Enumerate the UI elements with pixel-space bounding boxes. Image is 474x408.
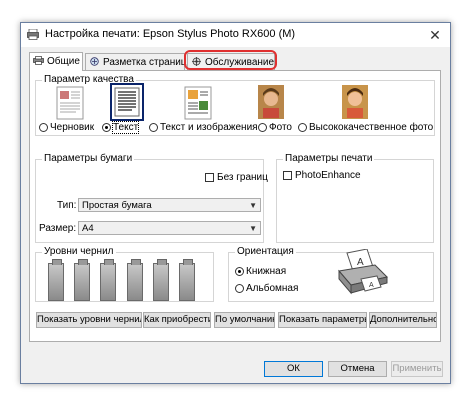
quality-group: Параметр качества Черновик Текст Текст и…: [35, 74, 435, 136]
text-and-images-icon: [184, 86, 212, 120]
apply-button[interactable]: Применить: [391, 361, 443, 377]
ink-cartridge-1: [48, 259, 64, 301]
quality-text-label: Текст: [111, 121, 140, 134]
defaults-button[interactable]: По умолчанию: [214, 312, 275, 328]
how-to-buy-button[interactable]: Как приобрести: [143, 312, 211, 328]
quality-text-option[interactable]: Текст: [102, 121, 140, 134]
tab-general-label: Общие: [47, 56, 80, 67]
chevron-down-icon: ▼: [249, 224, 257, 233]
svg-text:A: A: [369, 282, 374, 289]
advanced-button[interactable]: Дополнительно: [369, 312, 437, 328]
ink-cartridge-2: [74, 259, 90, 301]
tab-general[interactable]: Общие: [29, 52, 83, 71]
ink-cartridge-6: [179, 259, 195, 301]
quality-text-images-radio[interactable]: [149, 123, 158, 132]
maintenance-tab-highlight: [184, 50, 277, 70]
paper-group: Параметры бумаги Без границ Тип: Простая…: [35, 153, 268, 243]
borderless-checkbox[interactable]: [205, 173, 214, 182]
ink-cartridge-5: [153, 259, 169, 301]
orientation-landscape-label: Альбомная: [246, 283, 299, 294]
orientation-portrait-label: Книжная: [246, 266, 287, 277]
title-bar: Настройка печати: Epson Stylus Photo RX6…: [21, 23, 450, 47]
print-options-group: Параметры печати PhotoEnhance: [276, 153, 434, 243]
quality-text-images-option[interactable]: Текст и изображения: [149, 122, 258, 133]
close-icon[interactable]: ✕: [424, 25, 446, 45]
quality-photo-option[interactable]: Фото: [258, 122, 292, 133]
general-tab-icon: [33, 56, 44, 65]
ink-cartridge-3: [100, 259, 116, 301]
text-quality-icon: [110, 83, 144, 121]
print-settings-dialog: Настройка печати: Epson Stylus Photo RX6…: [20, 22, 451, 384]
quality-draft-radio[interactable]: [39, 123, 48, 132]
photo-enhance-label: PhotoEnhance: [295, 170, 361, 181]
orientation-group-label: Ориентация: [235, 246, 296, 257]
quality-photo-label: Фото: [269, 122, 292, 133]
paper-type-value: Простая бумага: [82, 200, 152, 211]
show-settings-button[interactable]: Показать параметры: [278, 312, 367, 328]
photo-enhance-option[interactable]: PhotoEnhance: [283, 170, 361, 181]
photo-quality-icon: [258, 85, 284, 119]
printer-orientation-icon: A A: [338, 249, 388, 295]
quality-text-images-label: Текст и изображения: [160, 122, 258, 133]
borderless-option[interactable]: Без границ: [205, 172, 268, 183]
orientation-portrait-radio[interactable]: [235, 267, 244, 276]
tab-page-layout-label: Разметка страницы: [103, 57, 194, 68]
orientation-landscape-radio[interactable]: [235, 284, 244, 293]
quality-text-radio[interactable]: [102, 123, 111, 132]
print-options-group-label: Параметры печати: [283, 153, 375, 164]
paper-size-label: Размер:: [39, 223, 77, 234]
general-tab-panel: Параметр качества Черновик Текст Текст и…: [29, 70, 441, 342]
quality-best-photo-option[interactable]: Высококачественное фото: [298, 122, 433, 133]
printer-icon: [27, 29, 39, 40]
draft-quality-icon: [56, 86, 84, 120]
orientation-portrait-option[interactable]: Книжная: [235, 266, 286, 277]
paper-type-select[interactable]: Простая бумага ▼: [78, 198, 261, 212]
ink-levels-group-label: Уровни чернил: [42, 246, 116, 257]
window-title: Настройка печати: Epson Stylus Photo RX6…: [45, 28, 296, 40]
paper-size-value: A4: [82, 223, 94, 234]
ink-cartridge-4: [127, 259, 143, 301]
orientation-group: Ориентация Книжная Альбомная A A: [228, 246, 434, 302]
page-layout-tab-icon: [90, 57, 99, 66]
quality-draft-option[interactable]: Черновик: [39, 122, 94, 133]
svg-text:A: A: [357, 257, 364, 268]
cancel-button[interactable]: Отмена: [328, 361, 387, 377]
ink-levels-group: Уровни чернил: [35, 246, 214, 302]
quality-best-photo-label: Высококачественное фото: [309, 122, 434, 133]
paper-size-select[interactable]: A4 ▼: [78, 221, 261, 235]
photo-enhance-checkbox[interactable]: [283, 171, 292, 180]
chevron-down-icon: ▼: [249, 201, 257, 210]
best-photo-quality-icon: [342, 85, 368, 119]
tab-page-layout[interactable]: Разметка страницы: [85, 53, 194, 70]
borderless-label: Без границ: [217, 172, 268, 183]
paper-type-label: Тип:: [57, 200, 77, 211]
quality-photo-radio[interactable]: [258, 123, 267, 132]
quality-draft-label: Черновик: [50, 122, 95, 133]
show-ink-levels-button[interactable]: Показать уровни чернил: [36, 312, 142, 328]
orientation-landscape-option[interactable]: Альбомная: [235, 283, 298, 294]
ok-button[interactable]: ОК: [264, 361, 323, 377]
quality-best-photo-radio[interactable]: [298, 123, 307, 132]
paper-group-label: Параметры бумаги: [42, 153, 135, 164]
